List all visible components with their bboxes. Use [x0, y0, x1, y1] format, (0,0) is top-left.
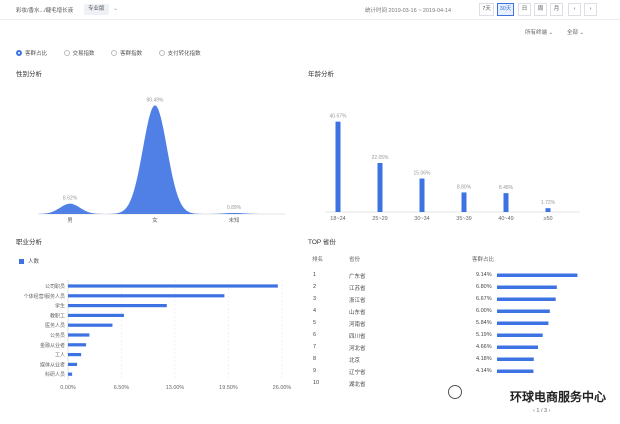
province-share: 4.14%: [476, 368, 492, 374]
province-rank: 6: [313, 332, 317, 338]
wechat-icon: [448, 385, 462, 399]
province-rank: 2: [313, 284, 317, 290]
occupation-legend: 人数: [19, 257, 39, 265]
occupation-y-tick: 教职工: [50, 312, 65, 319]
province-share-bar: [497, 357, 534, 361]
province-share: 6.00%: [476, 308, 492, 314]
occupation-x-tick: 26.00%: [273, 385, 292, 391]
occupation-y-tick: 公司职员: [45, 284, 65, 290]
province-rank: 7: [313, 344, 317, 350]
table-pager[interactable]: ‹ 1 / 3 ›: [533, 408, 550, 414]
age-bar: [503, 193, 509, 212]
legend-swatch-icon: [19, 258, 24, 264]
gender-x-tick: 未知: [228, 216, 239, 224]
province-share-bar: [497, 369, 534, 373]
gender-x-tick: 女: [152, 216, 158, 224]
province-name: 广东省: [349, 274, 366, 280]
col-share-header: 客群占比: [472, 257, 495, 263]
province-share: 5.84%: [476, 320, 492, 326]
age-bar: [545, 208, 551, 212]
province-share-bar: [497, 297, 556, 301]
occupation-bar: [68, 333, 90, 337]
occupation-y-tick: 学生: [55, 303, 65, 310]
legend-label: 人数: [28, 259, 40, 265]
age-value-label: 15.06%: [414, 171, 432, 177]
gender-value-label: 90.49%: [147, 97, 165, 103]
province-share-bar: [497, 321, 549, 325]
age-value-label: 8.80%: [457, 184, 472, 190]
province-share: 6.80%: [476, 284, 492, 290]
age-x-tick: 18~24: [330, 216, 345, 222]
age-bar: [335, 121, 341, 212]
age-value-label: 1.72%: [541, 200, 556, 206]
occupation-y-tick: 个体经营/服务人员: [24, 293, 65, 300]
province-name: 湖北省: [349, 382, 366, 388]
province-share-bar: [497, 309, 550, 313]
province-share: 6.67%: [476, 296, 492, 302]
age-bar: [377, 163, 383, 212]
col-rank-header: 排名: [312, 257, 324, 263]
occupation-bar: [68, 343, 87, 347]
province-share: 5.19%: [476, 332, 492, 338]
occupation-bar: [68, 294, 225, 298]
province-rank: 1: [313, 272, 317, 278]
province-name: 浙江省: [349, 298, 366, 304]
province-share: 4.18%: [476, 356, 492, 362]
occupation-bar: [68, 304, 167, 308]
province-name: 山东省: [349, 310, 366, 316]
occupation-bar: [68, 362, 78, 366]
occupation-bar: [68, 284, 278, 288]
occupation-y-tick: 工人: [55, 353, 65, 359]
occupation-x-tick: 6.50%: [114, 385, 130, 391]
age-bar: [461, 192, 467, 212]
province-name: 河北省: [349, 346, 366, 352]
province-name: 四川省: [349, 334, 366, 340]
col-province-header: 省份: [349, 257, 361, 263]
occupation-bar: [68, 323, 113, 327]
watermark: 环球电商服务中心: [509, 390, 606, 404]
occupation-bar: [68, 372, 73, 376]
province-name: 河南省: [349, 322, 366, 328]
province-rank: 8: [313, 356, 317, 362]
province-share-bar: [497, 345, 539, 349]
occupation-bar: [68, 313, 124, 317]
province-rank: 5: [313, 320, 317, 326]
age-x-tick: 30~34: [414, 216, 429, 222]
gender-value-label: 8.62%: [63, 196, 78, 202]
age-x-tick: ≥50: [543, 216, 552, 222]
age-value-label: 8.48%: [499, 185, 514, 191]
province-name: 辽宁省: [349, 370, 366, 376]
charts-canvas: 男 8.62% 女 90.49% 未知 0.89% 40.67% 18~24 22.05% 25~…: [24, 97, 580, 391]
gender-x-tick: 男: [67, 217, 73, 224]
age-value-label: 40.67%: [330, 114, 348, 120]
occupation-y-tick: 医务人员: [45, 322, 65, 329]
province-share-bar: [497, 333, 543, 337]
occupation-y-tick: 媒体从业者: [40, 361, 65, 368]
occupation-x-tick: 0.00%: [60, 385, 76, 391]
province-rank: 3: [313, 296, 317, 302]
occupation-y-tick: 金融从业者: [40, 342, 65, 349]
age-value-label: 22.05%: [372, 155, 390, 161]
occupation-y-tick: 公务员: [50, 332, 65, 339]
occupation-y-tick: 科研人员: [45, 371, 65, 378]
age-x-tick: 25~29: [372, 216, 387, 222]
province-share: 4.66%: [476, 344, 492, 350]
province-rank: 10: [313, 380, 320, 386]
province-share-bar: [497, 285, 557, 289]
gender-value-label: 0.89%: [227, 205, 242, 211]
province-name: 北京: [349, 358, 361, 364]
occupation-x-tick: 19.50%: [219, 385, 238, 391]
age-x-tick: 35~39: [456, 216, 471, 222]
occupation-bar: [68, 353, 82, 357]
province-rank: 4: [313, 308, 317, 314]
age-x-tick: 40~49: [498, 216, 513, 222]
age-bar: [419, 178, 425, 212]
province-share-bar: [497, 273, 578, 277]
province-name: 江苏省: [349, 286, 366, 292]
province-rank: 9: [313, 368, 317, 374]
occupation-x-tick: 13.00%: [166, 385, 185, 391]
province-share: 9.14%: [476, 272, 492, 278]
